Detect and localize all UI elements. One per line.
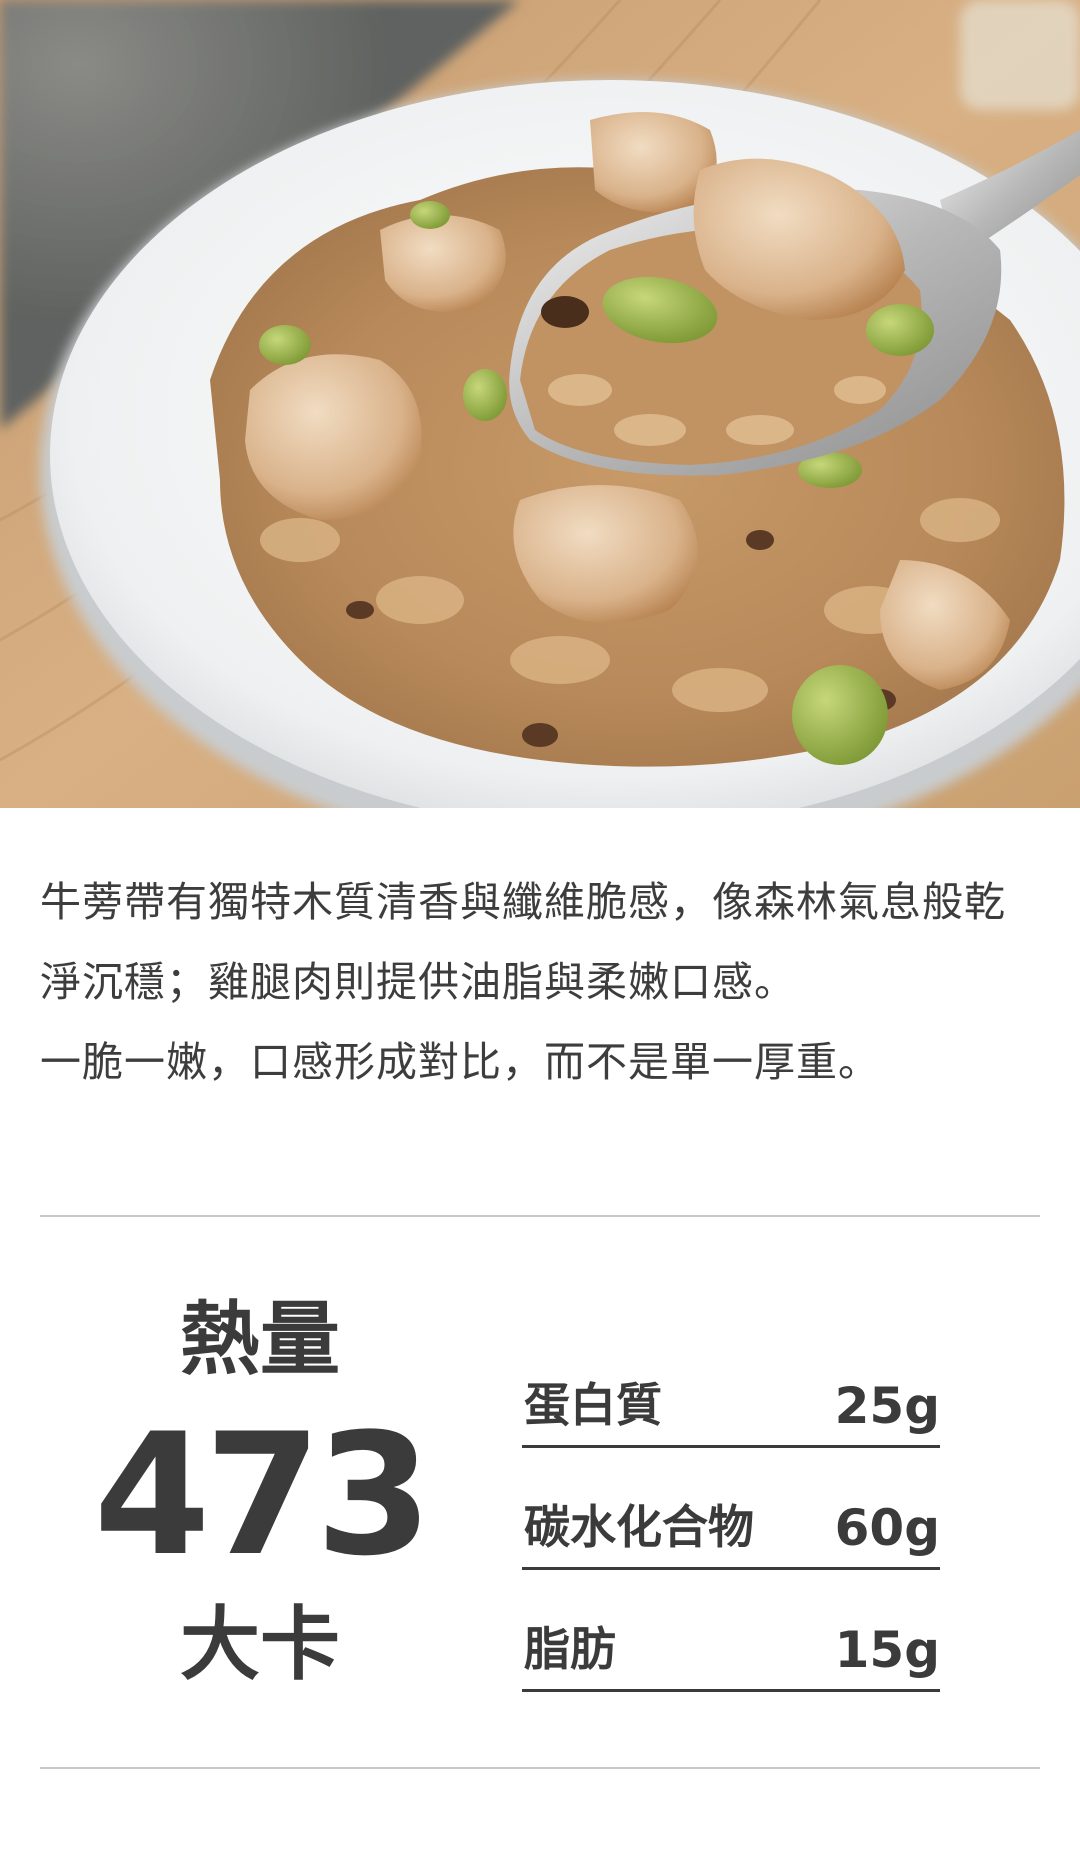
nutrient-row-protein: 蛋白質 25g: [522, 1330, 940, 1448]
nutrient-name: 脂肪: [524, 1622, 616, 1676]
nutrient-row-carbohydrate: 碳水化合物 60g: [522, 1452, 940, 1570]
calories-label: 熱量: [180, 1293, 340, 1386]
nutrient-row-fat: 脂肪 15g: [522, 1574, 940, 1692]
dish-description: 牛蒡帶有獨特木質清香與纖維脆感，像森林氣息般乾淨沉穩；雞腿肉則提供油脂與柔嫩口感…: [40, 862, 1040, 1102]
nutrient-name: 碳水化合物: [524, 1500, 754, 1554]
nutrition-card: 牛蒡帶有獨特木質清香與纖維脆感，像森林氣息般乾淨沉穩；雞腿肉則提供油脂與柔嫩口感…: [0, 0, 1080, 1857]
section-divider-top: [40, 1215, 1040, 1217]
nutrient-list: 蛋白質 25g 碳水化合物 60g 脂肪 15g: [522, 1330, 940, 1696]
section-divider-bottom: [40, 1767, 1040, 1769]
dish-photo: [0, 0, 1080, 808]
calories-unit: 大卡: [180, 1598, 340, 1691]
nutrient-value: 25g: [834, 1377, 940, 1435]
nutrient-value: 15g: [834, 1621, 940, 1679]
nutrient-value: 60g: [834, 1499, 940, 1557]
description-paragraph-1: 牛蒡帶有獨特木質清香與纖維脆感，像森林氣息般乾淨沉穩；雞腿肉則提供油脂與柔嫩口感…: [40, 878, 1006, 1006]
nutrient-name: 蛋白質: [524, 1378, 662, 1432]
calories-value: 473: [93, 1397, 433, 1593]
description-paragraph-2: 一脆一嫩，口感形成對比，而不是單一厚重。: [40, 1038, 880, 1086]
